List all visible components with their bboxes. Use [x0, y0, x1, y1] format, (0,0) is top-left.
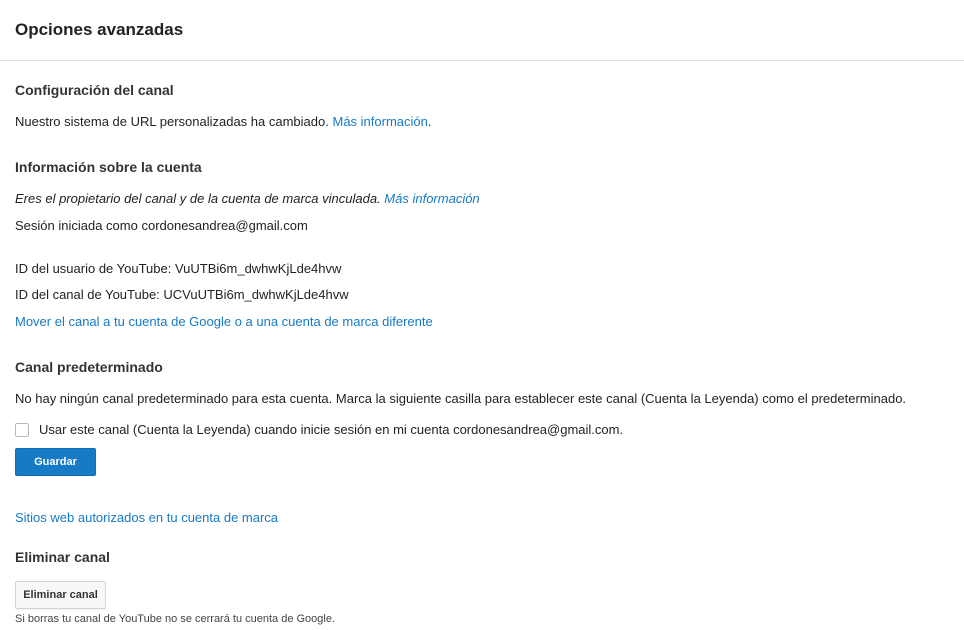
account-info-title: Información sobre la cuenta	[15, 159, 202, 175]
move-channel-link[interactable]: Mover el canal a tu cuenta de Google o a…	[15, 314, 433, 329]
channel-settings-title: Configuración del canal	[15, 82, 174, 98]
authorized-sites-link[interactable]: Sitios web autorizados en tu cuenta de m…	[15, 510, 278, 525]
signed-in-as: Sesión iniciada como cordonesandrea@gmai…	[15, 218, 308, 233]
owner-text: Eres el propietario del canal y de la cu…	[15, 191, 381, 206]
page-header: Opciones avanzadas	[0, 0, 964, 61]
youtube-channel-id: ID del canal de YouTube: UCVuUTBi6m_dwhw…	[15, 287, 349, 302]
default-channel-checkbox-label[interactable]: Usar este canal (Cuenta la Leyenda) cuan…	[39, 422, 623, 437]
save-button[interactable]: Guardar	[15, 448, 96, 476]
owner-notice: Eres el propietario del canal y de la cu…	[15, 191, 480, 206]
delete-channel-button[interactable]: Eliminar canal	[15, 581, 106, 609]
custom-url-notice: Nuestro sistema de URL personalizadas ha…	[15, 114, 431, 129]
custom-url-more-info-link[interactable]: Más información	[332, 114, 427, 129]
default-channel-option: Usar este canal (Cuenta la Leyenda) cuan…	[15, 422, 623, 437]
custom-url-period: .	[427, 114, 432, 129]
default-channel-title: Canal predeterminado	[15, 359, 163, 375]
delete-channel-note: Si borras tu canal de YouTube no se cerr…	[15, 613, 336, 625]
custom-url-text: Nuestro sistema de URL personalizadas ha…	[15, 114, 329, 129]
page-title: Opciones avanzadas	[15, 20, 184, 39]
delete-channel-title: Eliminar canal	[15, 549, 110, 565]
owner-more-info-link[interactable]: Más información	[384, 191, 479, 206]
default-channel-checkbox[interactable]	[15, 422, 29, 437]
default-channel-description: No hay ningún canal predeterminado para …	[15, 391, 907, 406]
youtube-user-id: ID del usuario de YouTube: VuUTBi6m_dwhw…	[15, 261, 342, 276]
